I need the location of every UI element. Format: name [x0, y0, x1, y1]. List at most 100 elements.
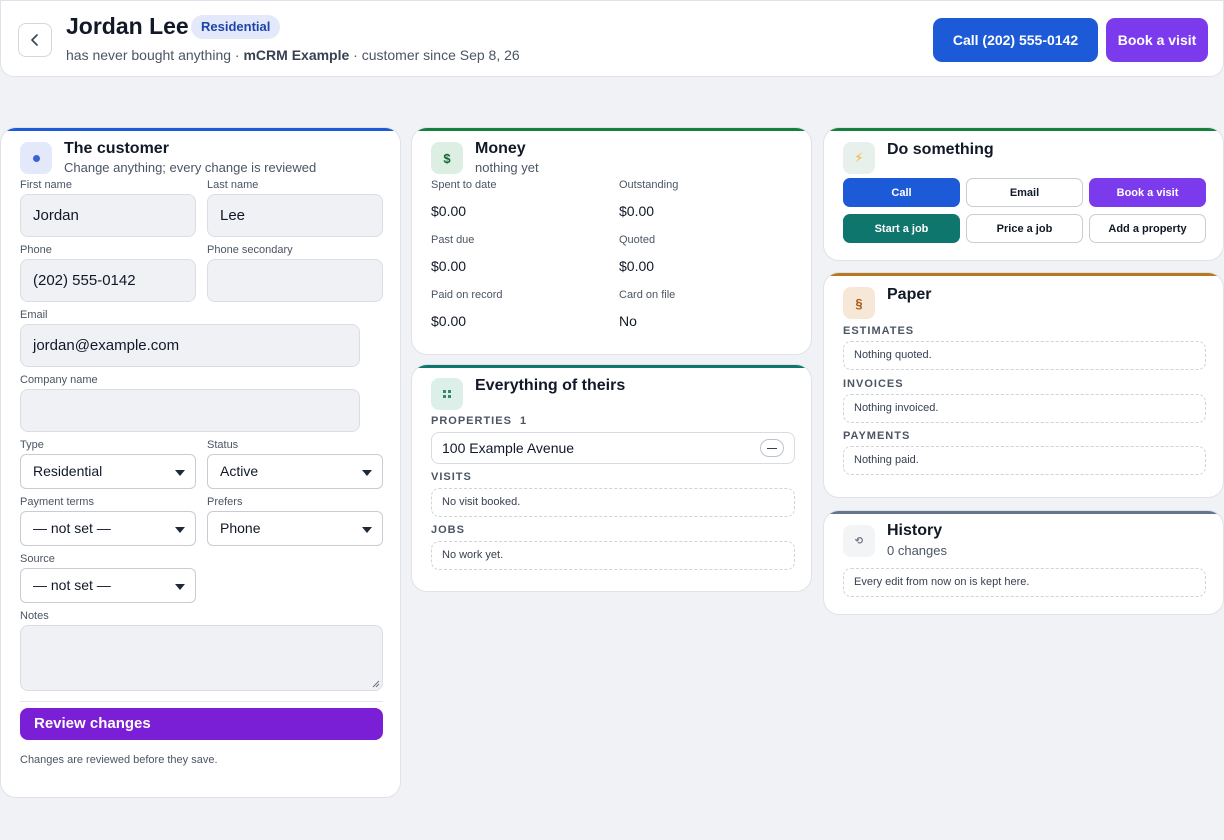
notes-label: Notes	[20, 610, 49, 622]
chevron-down-icon	[175, 470, 185, 476]
company-name-field[interactable]	[20, 389, 360, 432]
lightning-icon: ⚡	[843, 142, 875, 174]
first-name-label: First name	[20, 179, 72, 191]
estimates-heading: ESTIMATES	[843, 325, 915, 337]
status-label: Status	[207, 439, 239, 451]
summary-since: · customer since Sep 8, 26	[353, 47, 520, 63]
visits-empty: No visit booked.	[431, 488, 795, 517]
card-title: Do something	[887, 141, 994, 158]
add-property-button[interactable]: Add a property	[1089, 214, 1206, 243]
property-address: 100 Example Avenue	[442, 440, 575, 456]
status-select[interactable]: Active	[207, 454, 383, 489]
chevron-down-icon	[175, 584, 185, 590]
payment-terms-select-value: — not set —	[33, 520, 111, 536]
money-label: Past due	[431, 234, 475, 246]
prefers-label: Prefers	[207, 496, 243, 508]
money-value: $0.00	[619, 258, 655, 274]
card-accent-line	[824, 273, 1223, 276]
payment-terms-select[interactable]: — not set —	[20, 511, 196, 546]
customer-summary: has never bought anything · mCRM Example…	[66, 47, 520, 63]
payment-terms-label: Payment terms	[20, 496, 94, 508]
prefers-select-value: Phone	[220, 520, 261, 536]
collapse-icon[interactable]	[760, 439, 784, 457]
jobs-empty: No work yet.	[431, 541, 795, 570]
type-label: Type	[20, 439, 44, 451]
card-accent-line	[1, 128, 400, 131]
history-icon: ⟲	[843, 525, 875, 557]
theirs-card: Everything of theirs PROPERTIES 1 100 Ex…	[411, 364, 812, 592]
grid-icon	[431, 378, 463, 410]
company-name-label: Company name	[20, 374, 98, 386]
customer-card: The customer Change anything; every chan…	[0, 127, 401, 798]
jobs-heading: JOBS	[431, 524, 465, 536]
chevron-down-icon	[175, 527, 185, 533]
money-label: Outstanding	[619, 179, 679, 191]
resize-handle-icon[interactable]	[372, 680, 380, 688]
source-select-value: — not set —	[33, 577, 111, 593]
phone-field[interactable]: (202) 555-0142	[20, 259, 196, 302]
card-title: Everything of theirs	[475, 377, 626, 394]
money-value: $0.00	[431, 258, 467, 274]
estimates-empty: Nothing quoted.	[843, 341, 1206, 370]
money-value: $0.00	[619, 203, 655, 219]
money-card: $ Money nothing yet Spent to date $0.00 …	[411, 127, 812, 355]
type-select[interactable]: Residential	[20, 454, 196, 489]
customer-type-badge: Residential	[191, 15, 281, 39]
prefers-select[interactable]: Phone	[207, 511, 383, 546]
money-label: Paid on record	[431, 289, 503, 301]
history-card: ⟲ History 0 changes Every edit from now …	[823, 510, 1224, 615]
visits-heading: VISITS	[431, 471, 472, 483]
last-name-label: Last name	[207, 179, 259, 191]
source-select[interactable]: — not set —	[20, 568, 196, 603]
source-label: Source	[20, 553, 55, 565]
customer-icon	[20, 142, 52, 174]
call-customer-button[interactable]: Call (202) 555-0142	[933, 18, 1098, 62]
email-label: Email	[20, 309, 48, 321]
card-accent-line	[824, 128, 1223, 131]
divider	[20, 701, 383, 702]
card-subtitle: Change anything; every change is reviewe…	[64, 160, 317, 175]
card-title: The customer	[64, 140, 169, 157]
phone-secondary-field[interactable]	[207, 259, 383, 302]
email-field[interactable]: jordan@example.com	[20, 324, 360, 367]
dollar-icon: $	[431, 142, 463, 174]
last-name-field[interactable]: Lee	[207, 194, 383, 237]
type-select-value: Residential	[33, 463, 103, 479]
money-value: No	[619, 313, 637, 329]
properties-label: PROPERTIES	[431, 415, 512, 427]
status-select-value: Active	[220, 463, 259, 479]
payments-empty: Nothing paid.	[843, 446, 1206, 475]
start-job-button[interactable]: Start a job	[843, 214, 960, 243]
money-value: $0.00	[431, 203, 467, 219]
invoices-empty: Nothing invoiced.	[843, 394, 1206, 423]
first-name-field[interactable]: Jordan	[20, 194, 196, 237]
summary-purchases: has never bought anything ·	[66, 47, 240, 63]
chevron-down-icon	[362, 470, 372, 476]
customer-header: Jordan Lee Residential has never bought …	[0, 0, 1224, 77]
notes-textarea[interactable]	[20, 625, 383, 691]
phone-label: Phone	[20, 244, 52, 256]
price-job-button[interactable]: Price a job	[966, 214, 1083, 243]
chevron-left-icon	[31, 34, 38, 46]
book-visit-button[interactable]: Book a visit	[1106, 18, 1208, 62]
call-button[interactable]: Call	[843, 178, 960, 207]
phone-secondary-label: Phone secondary	[207, 244, 293, 256]
invoices-heading: INVOICES	[843, 378, 904, 390]
summary-company: mCRM Example	[243, 47, 350, 63]
property-item[interactable]: 100 Example Avenue	[431, 432, 795, 464]
email-button[interactable]: Email	[966, 178, 1083, 207]
card-title: Paper	[887, 286, 932, 303]
review-changes-button[interactable]: Review changes	[20, 708, 383, 740]
actions-card: ⚡ Do something Call Email Book a visit S…	[823, 127, 1224, 261]
payments-heading: PAYMENTS	[843, 430, 911, 442]
history-note: Every edit from now on is kept here.	[843, 568, 1206, 597]
card-accent-line	[412, 128, 811, 131]
card-subtitle: 0 changes	[887, 543, 947, 558]
customer-name: Jordan Lee	[66, 13, 189, 39]
chevron-down-icon	[362, 527, 372, 533]
back-button[interactable]	[18, 23, 52, 57]
card-title: History	[887, 522, 943, 539]
book-visit-button[interactable]: Book a visit	[1089, 178, 1206, 207]
money-label: Quoted	[619, 234, 656, 246]
money-value: $0.00	[431, 313, 467, 329]
